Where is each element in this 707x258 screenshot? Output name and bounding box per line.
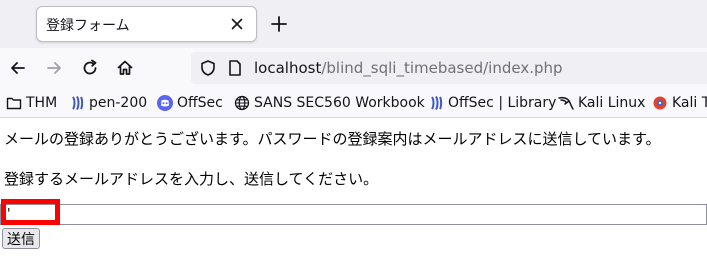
submit-button[interactable]: 送信	[2, 228, 40, 249]
tab-registration-form[interactable]: 登録フォーム	[36, 6, 257, 42]
navigation-bar: localhost/blind_sqli_timebased/index.php	[0, 48, 707, 88]
bookmark-label: OffSec	[177, 95, 223, 111]
kali-tools-icon	[652, 95, 668, 111]
shield-icon[interactable]	[199, 59, 217, 77]
bookmark-label: Kali Linux	[578, 95, 646, 111]
bookmark-thm[interactable]: THM	[6, 93, 57, 113]
page-info-icon[interactable]	[227, 59, 243, 77]
discord-icon	[157, 95, 173, 111]
page-content: メールの登録ありがとうございます。パスワードの登録案内はメールアドレスに送信して…	[0, 119, 707, 258]
tab-strip: 登録フォーム	[0, 0, 707, 48]
bookmark-label: Kali T	[672, 95, 707, 111]
url-host: localhost	[254, 59, 322, 77]
url-path: /blind_sqli_timebased/index.php	[321, 59, 563, 77]
offsec-icon	[69, 95, 85, 111]
bookmark-offsec-library[interactable]: OffSec | Library	[428, 93, 556, 113]
folder-icon	[6, 95, 22, 111]
bookmark-kali-linux[interactable]: Kali Linux	[558, 93, 645, 113]
bookmark-label: pen-200	[89, 95, 148, 111]
tab-title: 登録フォーム	[46, 18, 130, 34]
bookmark-kali-tools[interactable]: Kali T	[652, 93, 707, 113]
close-icon[interactable]	[228, 15, 246, 33]
bookmark-offsec[interactable]: OffSec	[157, 93, 223, 113]
bookmark-sans-sec560[interactable]: SANS SEC560 Workbook	[234, 93, 425, 113]
globe-icon	[234, 95, 250, 111]
reload-icon[interactable]	[80, 58, 100, 78]
registration-thanks-message: メールの登録ありがとうございます。パスワードの登録案内はメールアドレスに送信して…	[4, 130, 661, 148]
bookmark-pen-200[interactable]: pen-200	[69, 93, 147, 113]
back-arrow-icon[interactable]	[8, 58, 28, 78]
bookmark-label: THM	[26, 95, 58, 111]
forward-arrow-icon[interactable]	[44, 58, 64, 78]
new-tab-plus-icon[interactable]	[269, 14, 289, 34]
bookmark-label: OffSec | Library	[448, 95, 557, 111]
offsec-icon	[428, 95, 444, 111]
email-instruction-message: 登録するメールアドレスを入力し、送信してください。	[4, 170, 379, 188]
kali-dragon-icon	[558, 95, 574, 111]
address-bar[interactable]: localhost/blind_sqli_timebased/index.php	[191, 52, 707, 84]
bookmark-label: SANS SEC560 Workbook	[254, 95, 425, 111]
bookmarks-toolbar: THM pen-200 OffSec SANS SEC560 Workbook …	[0, 88, 707, 118]
email-input[interactable]	[0, 204, 707, 225]
url-text[interactable]: localhost/blind_sqli_timebased/index.php	[254, 59, 563, 77]
home-icon[interactable]	[115, 58, 135, 78]
